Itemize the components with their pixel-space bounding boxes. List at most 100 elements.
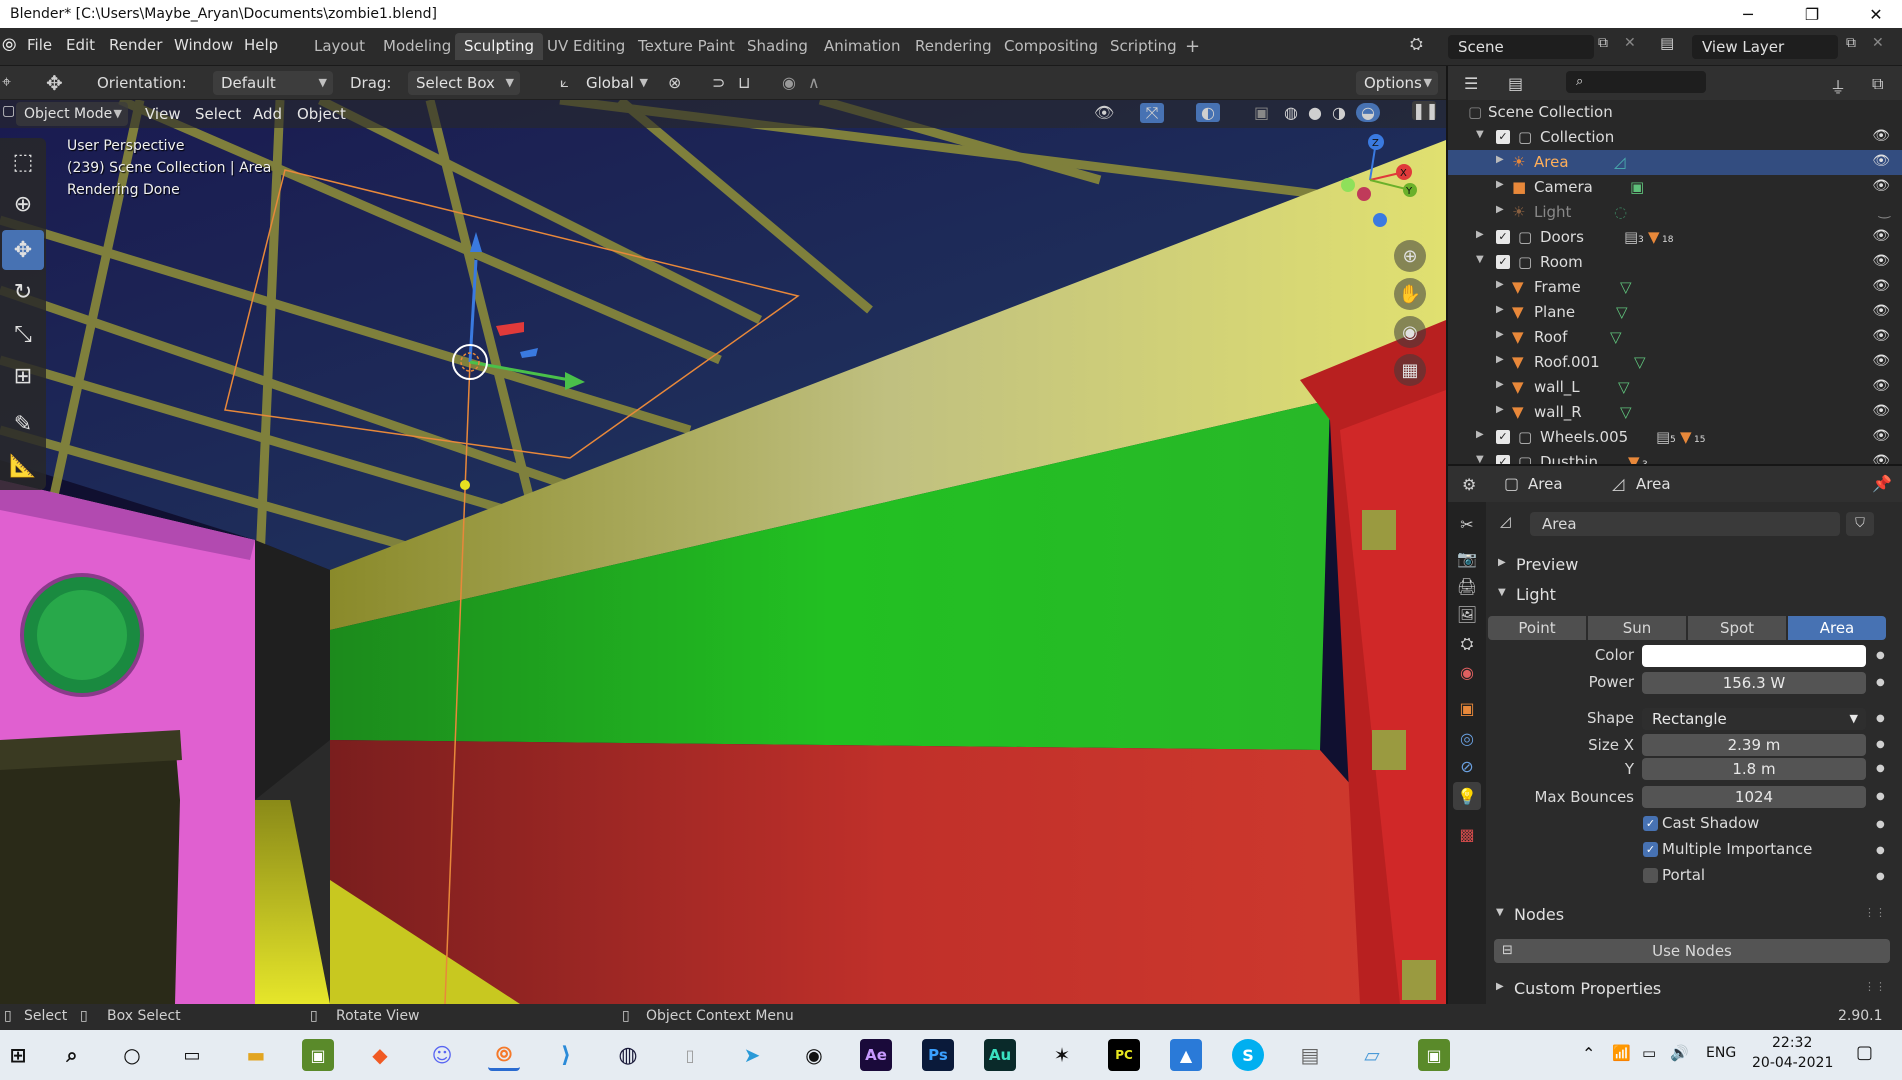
outliner-row-light[interactable]: ▶ ☀ Light ◌ ‿ (1448, 200, 1902, 225)
telegram-icon[interactable]: ➤ (736, 1039, 768, 1071)
xray-toggle-icon[interactable]: ▣ (1254, 103, 1269, 122)
light-type-spot[interactable]: Spot (1688, 616, 1786, 640)
brave-icon[interactable]: ◆ (364, 1039, 396, 1071)
expand-icon[interactable]: ▶ (1496, 379, 1504, 390)
eye-icon[interactable]: 👁 (1872, 378, 1890, 394)
close-button[interactable]: ✕ (1848, 0, 1902, 28)
eye-icon[interactable]: 👁 (1872, 453, 1890, 464)
tool-tab-icon[interactable]: ✂ (1453, 510, 1481, 538)
task-view-icon[interactable]: ▭ (176, 1039, 208, 1071)
light-type-point[interactable]: Point (1488, 616, 1586, 640)
menu-file[interactable]: File (27, 36, 52, 54)
menu-help[interactable]: Help (244, 36, 278, 54)
exclude-checkbox[interactable]: ✓ (1496, 455, 1510, 464)
menu-edit[interactable]: Edit (66, 36, 95, 54)
expand-icon[interactable]: ▼ (1476, 254, 1484, 265)
minecraft-launcher-icon[interactable]: ▣ (1418, 1039, 1450, 1071)
object-mode-dropdown[interactable]: Object Mode ▼ (16, 102, 128, 126)
clock-date[interactable]: 20-04-2021 (1752, 1055, 1833, 1071)
transform-tool-icon[interactable]: ⊞ (2, 356, 44, 396)
photos-icon[interactable]: ▲ (1170, 1039, 1202, 1071)
maximize-button[interactable]: ❐ (1784, 0, 1840, 28)
annotate-tool-icon[interactable]: ✎ (2, 404, 44, 444)
expand-icon[interactable]: ▶ (1496, 329, 1504, 340)
custom-properties-section-header[interactable]: ▶ Custom Properties ⋮⋮ (1490, 976, 1894, 1002)
menu-render[interactable]: Render (109, 36, 162, 54)
max-bounces-field[interactable]: 1024 (1642, 786, 1866, 808)
outliner-row-room[interactable]: ▼ ✓ ▢ Room 👁 (1448, 250, 1902, 275)
remove-view-layer-icon[interactable]: ✕ (1872, 35, 1884, 51)
obs-icon[interactable]: ◉ (798, 1039, 830, 1071)
nodes-section-header[interactable]: ▼ Nodes ⋮⋮ (1490, 902, 1894, 928)
header-data-name[interactable]: Area (1636, 475, 1671, 493)
view-layer-field[interactable]: View Layer (1692, 35, 1838, 59)
render-tab-icon[interactable]: 📷 (1453, 544, 1481, 572)
datablock-light-icon[interactable]: ◿ (1500, 514, 1511, 530)
expand-icon[interactable]: ▶ (1476, 429, 1484, 440)
outliner-row-roof-001[interactable]: ▶ ▼ Roof.001 ▽ 👁 (1448, 350, 1902, 375)
rendered-shading-icon[interactable]: ◒ (1356, 103, 1380, 122)
eye-icon[interactable]: 👁 (1872, 328, 1890, 344)
expand-icon[interactable]: ▶ (1496, 279, 1504, 290)
cinema4d-icon[interactable]: ◍ (612, 1039, 644, 1071)
outliner-row-wall-l[interactable]: ▶ ▼ wall_L ▽ 👁 (1448, 375, 1902, 400)
drag-dropdown[interactable]: Select Box ▼ (408, 71, 520, 95)
add-workspace-button[interactable]: + (1176, 33, 1209, 60)
orientation-dropdown[interactable]: Default ▼ (213, 71, 333, 95)
drag-handle-icon[interactable]: ⋮⋮ (1864, 980, 1886, 993)
multiple-importance-checkbox[interactable]: ✓ (1643, 842, 1658, 857)
preview-section-header[interactable]: ▶ Preview (1492, 552, 1896, 578)
outliner-row-plane[interactable]: ▶ ▼ Plane ▽ 👁 (1448, 300, 1902, 325)
outliner-row-camera[interactable]: ▶ ■ Camera ▣ 👁 (1448, 175, 1902, 200)
expand-icon[interactable]: ▶ (1496, 304, 1504, 315)
outliner-row-frame[interactable]: ▶ ▼ Frame ▽ 👁 (1448, 275, 1902, 300)
light-section-header[interactable]: ▼ Light (1492, 582, 1896, 608)
output-tab-icon[interactable]: 🖨 (1453, 572, 1481, 600)
app-window-icon[interactable]: ▤ (1294, 1039, 1326, 1071)
wireframe-shading-icon[interactable]: ◍ (1284, 103, 1298, 122)
3d-viewport[interactable]: User Perspective (239) Scene Collection … (0, 100, 1446, 1004)
eye-icon[interactable]: 👁 (1872, 228, 1890, 244)
color-swatch[interactable] (1642, 645, 1866, 667)
notepad-icon[interactable]: ▱ (1356, 1039, 1388, 1071)
size-y-field[interactable]: 1.8 m (1642, 758, 1866, 780)
filter-icon[interactable]: ⏚ (1830, 74, 1846, 98)
animate-dot-icon[interactable]: ● (1876, 763, 1885, 774)
tab-modeling[interactable]: Modeling (374, 33, 460, 60)
tab-shading[interactable]: Shading (738, 33, 817, 60)
visibility-icon[interactable]: 👁 (1094, 103, 1114, 122)
scene-icon[interactable]: ⛭ (1410, 34, 1423, 54)
exclude-checkbox[interactable]: ✓ (1496, 130, 1510, 144)
measure-tool-icon[interactable]: 📐 (2, 446, 44, 486)
expand-icon[interactable]: ▶ (1476, 229, 1484, 240)
volume-icon[interactable]: 🔊 (1670, 1044, 1689, 1062)
remove-scene-icon[interactable]: ✕ (1624, 35, 1636, 51)
outliner-row-dustbin[interactable]: ▼ ✓ ▢ Dustbin ▼ 3 👁 (1448, 450, 1902, 464)
animate-dot-icon[interactable]: ● (1876, 845, 1885, 856)
header-object-name[interactable]: Area (1528, 475, 1563, 493)
snap-icon[interactable]: ⊃ (712, 73, 725, 92)
tab-animation[interactable]: Animation (815, 33, 909, 60)
tab-sculpting[interactable]: Sculpting (455, 33, 544, 60)
viewport-menu-view[interactable]: View (145, 105, 181, 123)
scale-tool-icon[interactable]: ⤡ (2, 314, 44, 354)
eye-icon[interactable]: 👁 (1872, 428, 1890, 444)
size-x-field[interactable]: 2.39 m (1642, 734, 1866, 756)
new-scene-icon[interactable]: ⧉ (1598, 35, 1608, 51)
overlay-toggle-icon[interactable]: ◐ (1196, 103, 1220, 122)
animate-dot-icon[interactable]: ● (1876, 650, 1885, 661)
viewport-menu-select[interactable]: Select (195, 105, 241, 123)
light-data-tab-icon[interactable]: 💡 (1453, 782, 1481, 810)
transform-orientation-dropdown[interactable]: Global ▼ (558, 71, 654, 95)
tab-scripting[interactable]: Scripting (1101, 33, 1186, 60)
outliner-row-scene-collection[interactable]: ▢ Scene Collection (1448, 100, 1902, 125)
gizmo-toggle-icon[interactable]: ⤧ (1140, 103, 1164, 123)
wifi-icon[interactable]: 📶 (1612, 1044, 1631, 1062)
pin-icon[interactable]: 📌 (1872, 474, 1892, 493)
minimize-button[interactable]: ─ (1720, 0, 1776, 28)
physics-tab-icon[interactable]: ◎ (1453, 724, 1481, 752)
blender-logo-icon[interactable]: ⦾ (2, 35, 16, 56)
cast-shadow-checkbox[interactable]: ✓ (1643, 816, 1658, 831)
eye-icon[interactable]: 👁 (1872, 253, 1890, 269)
eye-closed-icon[interactable]: ‿ (1879, 203, 1890, 219)
